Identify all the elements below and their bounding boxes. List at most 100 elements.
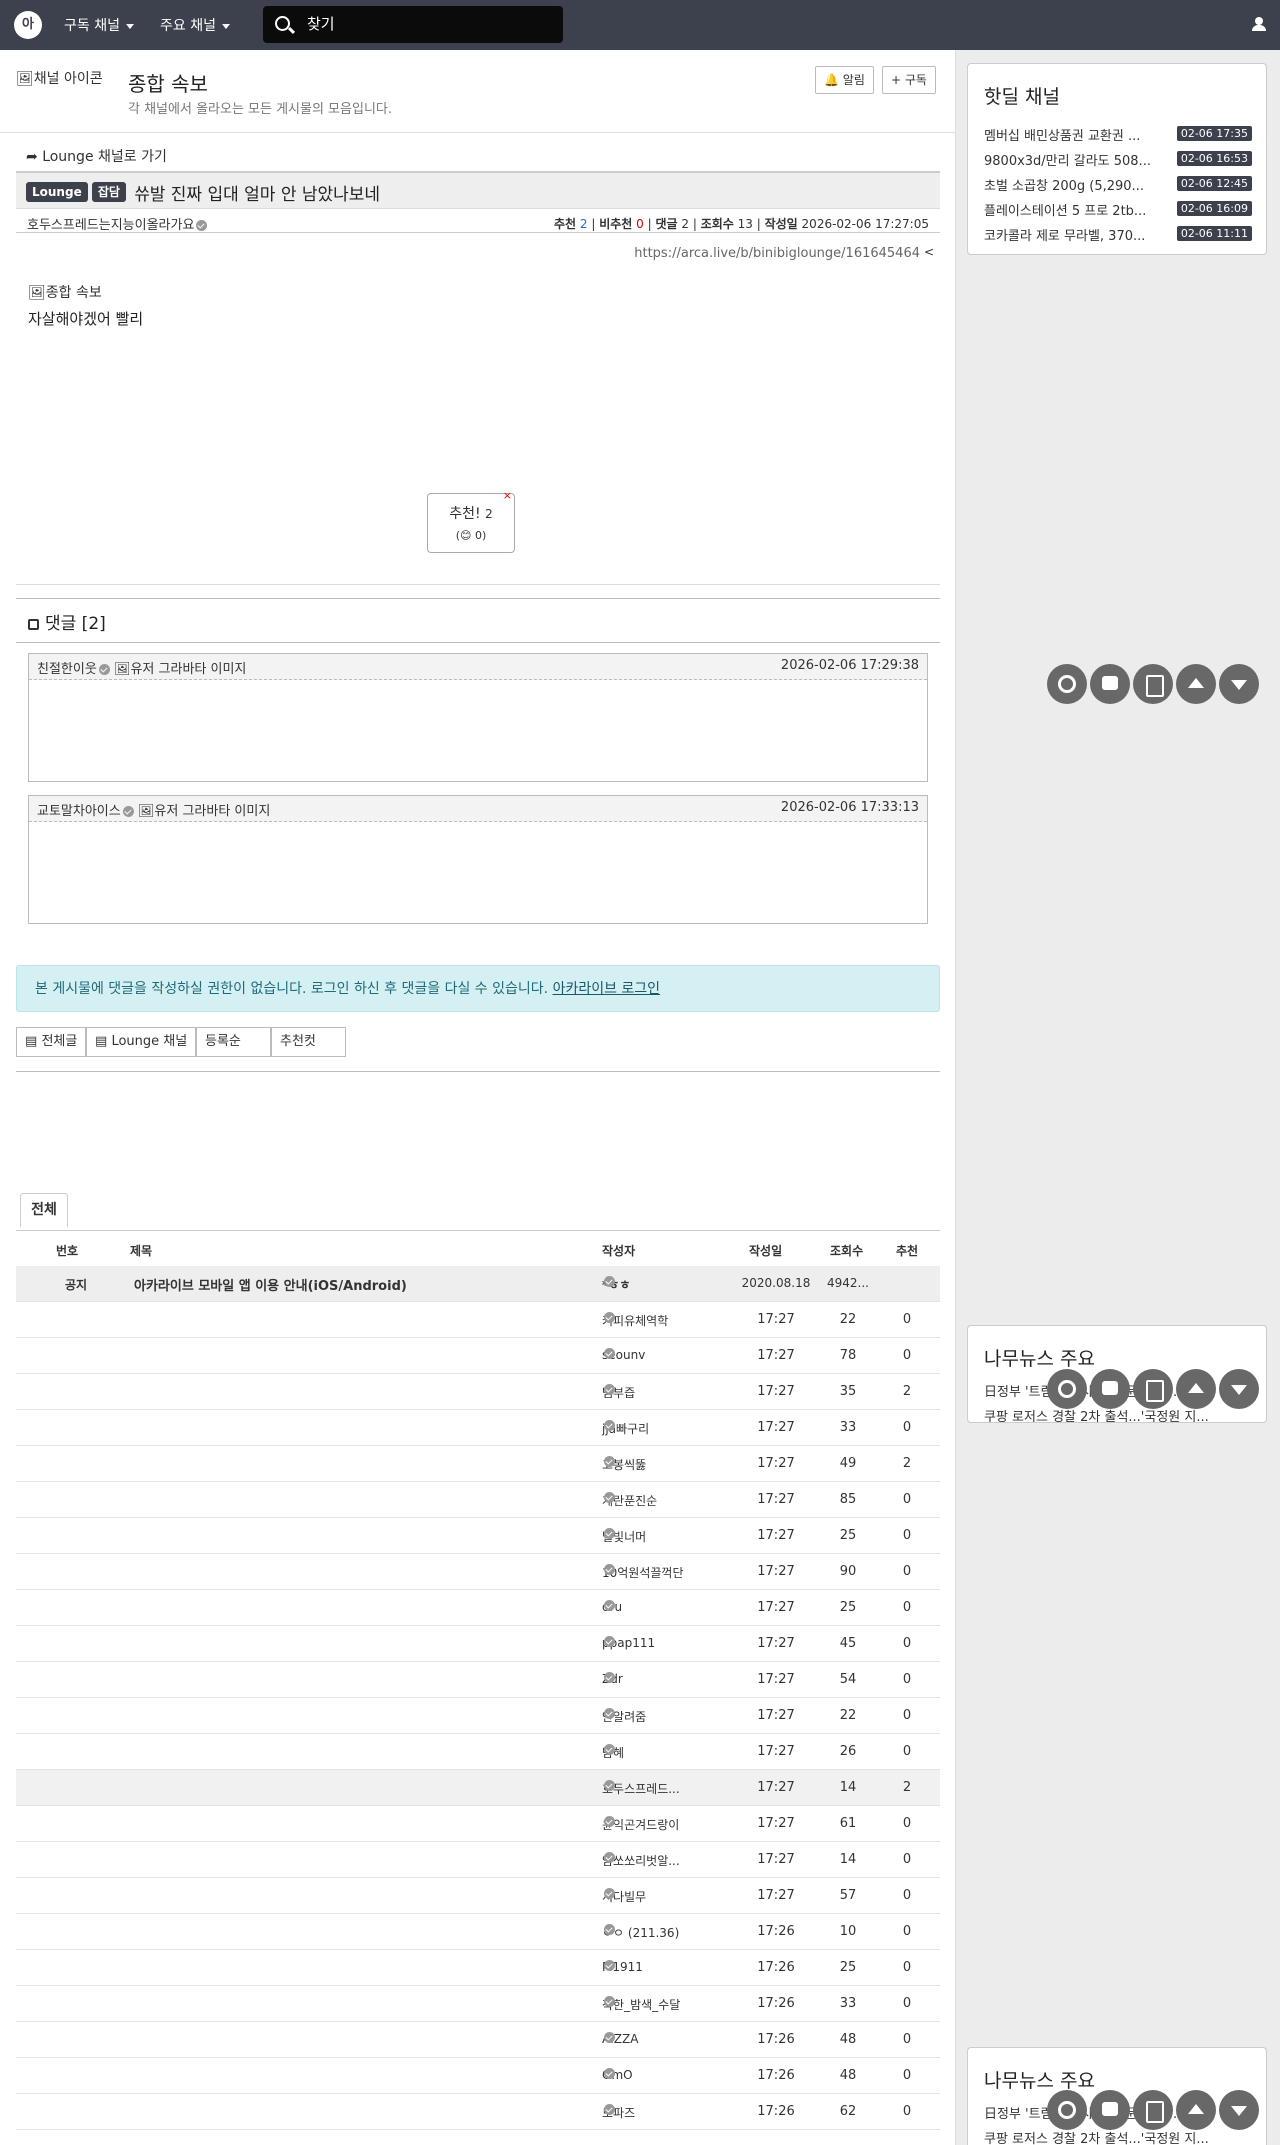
table-row[interactable]: 컴퓨터 본체/견적 일반 외장 ssd 쓰는 사람 많냐? [7]ppap111… [16, 1626, 940, 1662]
search-icon[interactable] [275, 16, 290, 31]
search-input[interactable] [307, 10, 557, 38]
table-row[interactable]: 카운터사이드 이번주 메카 쎈데 [4]Zdr17:27540 [16, 1662, 940, 1698]
login-link[interactable]: 아카라이브 로그인 [553, 981, 661, 997]
row-recommend: 0 [902, 1996, 912, 2011]
hotdeal-item[interactable]: 초벌 소곱창 200g (5,290... 02-06 12:45 [984, 171, 1252, 196]
scroll-up-icon[interactable] [1176, 1369, 1216, 1409]
table-row[interactable]: 플야웃 76 고수 [2]뱀부즙17:27352 [16, 1374, 940, 1410]
row-views: 85 [839, 1492, 857, 1507]
verified-icon [604, 1312, 615, 1323]
table-row[interactable]: Lounge 잡담 에 독거미키보드 폭발이슈 떴다는데 [5]별빛너머17:2… [16, 1518, 940, 1554]
verified-icon [98, 664, 110, 675]
alarm-button[interactable]: 🔔 알림 [815, 66, 874, 94]
channel-title[interactable]: 종합 속보 [128, 68, 208, 97]
row-views: 48 [839, 2068, 857, 2083]
post-author[interactable]: 호두스프레드는지능이올라가요 [27, 214, 208, 233]
verified-icon [604, 1744, 615, 1755]
notice-title[interactable]: 아카라이브 모바일 앱 이용 안내(iOS/Android) [134, 1275, 604, 1294]
table-row[interactable]: 리그 오브 레전드 대회🏆 그래도 뭐 우리 다들 어느정도 예상했어...커피… [16, 1302, 940, 1338]
table-row[interactable]: 세븐나이츠 리버스 여포 많이쌤??? [2]dru17:27250 [16, 1590, 940, 1626]
login-required-notice: 본 게시물에 댓글을 작성하실 권한이 없습니다. 로그인 하신 후 댓글을 다… [16, 965, 940, 1012]
table-row[interactable]: 젠레스 존 제로 픽뚫난사람 들와보셈jja빠구리17:27330 [16, 1410, 940, 1446]
verified-icon [604, 1348, 615, 1359]
comment-author[interactable]: 친절한이웃 [37, 662, 97, 677]
table-row[interactable]: 명조 픽뚫 한번으로 가챠 계획이 망가졌네 [2]서다빌무17:27570 [16, 1878, 940, 1914]
comment-author[interactable]: 교토말차아이스 [37, 804, 121, 819]
row-recommend: 2 [902, 1780, 912, 1795]
table-row[interactable]: 로보토미 코퍼레이션 ■ 턴 종료시 단체 포즈 [1]토파즈17:26620 [16, 2094, 940, 2130]
subscribe-button[interactable]: + 구독 [882, 66, 936, 94]
main-channels-dropdown[interactable]: 주요 채널 [160, 15, 230, 35]
filter-all-posts[interactable]: ▤ 전체글 [16, 1027, 86, 1057]
row-recommend: 0 [902, 1636, 912, 1651]
verified-icon [604, 1816, 615, 1827]
post-url[interactable]: https://arca.live/b/binibiglounge/161645… [634, 245, 935, 262]
list-icon[interactable] [1133, 664, 1173, 704]
table-row[interactable]: 리그 오브 레전드 대회🏆 아니 브리온 왜 한타하려는거야암쏘쏘리벗알...1… [16, 1842, 940, 1878]
hotdeal-item[interactable]: 9800x3d/만리 갈라도 508... 02-06 16:53 [984, 146, 1252, 171]
category-badge[interactable]: 잡담 [91, 182, 126, 202]
row-date: 17:26 [757, 1924, 795, 1939]
table-row[interactable]: Lounge 잡담 쓔발 진짜 입대 얼마 안 남았나보네 [2]호두스프레드.… [16, 1770, 940, 1806]
subscribed-channels-dropdown[interactable]: 구독 채널 [64, 15, 134, 35]
site-logo-icon[interactable]: 아 [14, 11, 42, 39]
list-icon[interactable] [1133, 2090, 1173, 2130]
table-row[interactable]: 카운터사이드 ㅅㅂ 너희 카사에 돈은 지르고 이거저거 바라는거냐 ?? [4… [16, 2058, 940, 2094]
comments-icon [28, 618, 39, 630]
table-row[interactable]: 기타 💬잡담 시간없어서 기본기 연습 딱 3분함 [1]ㅇㅇ (211.36)… [16, 1914, 940, 1950]
table-row[interactable]: 간판 없는 오락실 그러고보면 요즘은 영어는 당연히 읽을 줄 안... [1… [16, 1986, 940, 2022]
scroll-down-icon[interactable] [1219, 1369, 1259, 1409]
verified-icon [604, 1888, 615, 1899]
scroll-up-icon[interactable] [1176, 664, 1216, 704]
row-views: 45 [839, 1636, 857, 1651]
gear-icon[interactable] [1047, 1369, 1087, 1409]
row-date: 17:27 [757, 1888, 795, 1903]
table-row[interactable]: 명조 스토리 아카데미 머임AIZZA17:26480 [16, 2022, 940, 2058]
scroll-up-icon[interactable] [1176, 2090, 1216, 2130]
back-to-channel-link[interactable]: ➦ Lounge 채널로 가기 [26, 146, 167, 166]
row-date: 17:27 [757, 1780, 795, 1795]
row-views: 49 [839, 1456, 857, 1471]
comments-icon[interactable] [1090, 1369, 1130, 1409]
table-row[interactable]: 로스트아크 4하 종하 세하 00하하노 뭐파면 옴 [10]담혜17:2726… [16, 1734, 940, 1770]
table-row[interactable]: 리그 오브 레전드 대회🏆 지금 경기 어떰 [7]계란푼진순17:27850 [16, 1482, 940, 1518]
notice-row[interactable]: 공지 아카라이브 모바일 앱 이용 안내(iOS/Android) *ㅎㅎ 20… [16, 1266, 940, 1302]
hotdeal-title[interactable]: 핫딜 채널 [984, 82, 1266, 109]
channel-badge[interactable]: Lounge [26, 182, 88, 202]
table-row[interactable]: 붕괴 스타레일 공방 조져도 겜은 안 망해 [1]고봉씩뚫17:27492 [16, 1446, 940, 1482]
sort-dropdown[interactable]: 등록순 [196, 1027, 271, 1057]
hotdeal-item[interactable]: 플레이스테이션 5 프로 2tb... 02-06 16:09 [984, 196, 1252, 221]
list-icon[interactable] [1133, 1369, 1173, 1409]
row-recommend: 0 [902, 1564, 912, 1579]
date-badge: 02-06 11:11 [1176, 226, 1252, 241]
row-views: 26 [839, 1744, 857, 1759]
verified-icon [604, 2068, 615, 2079]
scroll-down-icon[interactable] [1219, 664, 1259, 704]
filter-lounge[interactable]: ▤ Lounge 채널 [86, 1027, 196, 1057]
table-row[interactable]: 에어소프트 🛒더판/더구 ㄷㅍㄲㅇ) 38식보병총 오리트리거가드 15만M19… [16, 1950, 940, 1986]
row-date: 17:27 [757, 1816, 795, 1831]
verified-icon [196, 220, 208, 231]
news-title[interactable]: 나무뉴스 주요 [984, 2066, 1266, 2093]
news-title[interactable]: 나무뉴스 주요 [984, 1344, 1266, 1371]
gear-icon[interactable] [1047, 664, 1087, 704]
share-icon[interactable] [924, 245, 935, 259]
row-date: 17:27 [757, 1312, 795, 1327]
top-navbar: 아 구독 채널 주요 채널 [0, 0, 1280, 50]
tab-all[interactable]: 전체 [20, 1193, 68, 1227]
table-row[interactable]: 랑그릿사 차세대퓨어탱 별거있냐 [1]안알려줌17:27220 [16, 1698, 940, 1734]
best-filter-dropdown[interactable]: 추천컷 [271, 1027, 346, 1057]
recommend-button[interactable]: × 추천! 2 (😊 0) [427, 489, 515, 553]
close-icon[interactable]: × [503, 489, 512, 502]
hotdeal-item[interactable]: 코카콜라 제로 무라벨, 370... 02-06 11:11 [984, 221, 1252, 246]
table-row[interactable]: 원신 이 콘은 표정변화 없는게 너무 슬프다 [8]10억원석끌꺽단17:27… [16, 1554, 940, 1590]
hotdeal-item[interactable]: 멤버십 배민상품권 교환권 ... 02-06 17:35 [984, 121, 1252, 146]
table-row[interactable]: 마비노기 모바일 딸랑구한테서 반지 받고싶다 [6]윤익곤겨드랑이17:276… [16, 1806, 940, 1842]
user-icon[interactable] [1252, 17, 1266, 31]
table-row[interactable]: 명조 플로로는 사실 이미 죽은거 아님? [6]seounv17:27780 [16, 1338, 940, 1374]
gear-icon[interactable] [1047, 2090, 1087, 2130]
list-icon: ▤ [95, 1034, 108, 1049]
comments-icon[interactable] [1090, 664, 1130, 704]
comments-icon[interactable] [1090, 2090, 1130, 2130]
scroll-down-icon[interactable] [1219, 2090, 1259, 2130]
